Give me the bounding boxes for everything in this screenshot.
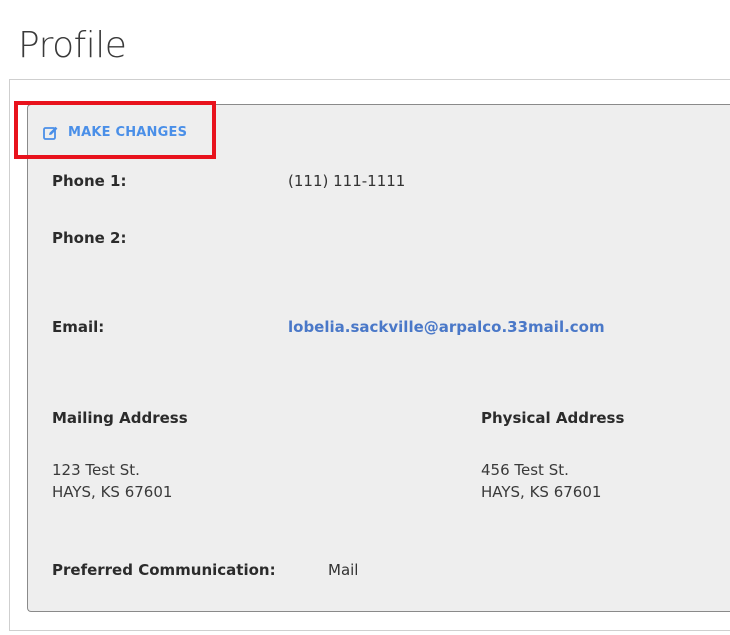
preferred-communication-value: Mail <box>328 561 359 579</box>
make-changes-label: MAKE CHANGES <box>68 125 188 140</box>
physical-address-label: Physical Address <box>481 409 625 427</box>
profile-page: Profile MAKE CHANGES Phone 1: (111) 111-… <box>0 0 730 635</box>
phone1-label: Phone 1: <box>52 172 127 190</box>
mailing-address-line1: 123 Test St. <box>52 461 140 479</box>
physical-address-line2: HAYS, KS 67601 <box>481 483 602 501</box>
edit-icon <box>43 126 59 140</box>
mailing-address-label: Mailing Address <box>52 409 188 427</box>
phone1-value: (111) 111-1111 <box>288 172 406 190</box>
phone2-label: Phone 2: <box>52 229 127 247</box>
page-title: Profile <box>18 25 127 66</box>
email-link[interactable]: lobelia.sackville@arpalco.33mail.com <box>288 318 605 336</box>
make-changes-button[interactable]: MAKE CHANGES <box>43 125 187 140</box>
preferred-communication-label: Preferred Communication: <box>52 561 276 579</box>
physical-address-line1: 456 Test St. <box>481 461 569 479</box>
mailing-address-line2: HAYS, KS 67601 <box>52 483 173 501</box>
email-label: Email: <box>52 318 105 336</box>
